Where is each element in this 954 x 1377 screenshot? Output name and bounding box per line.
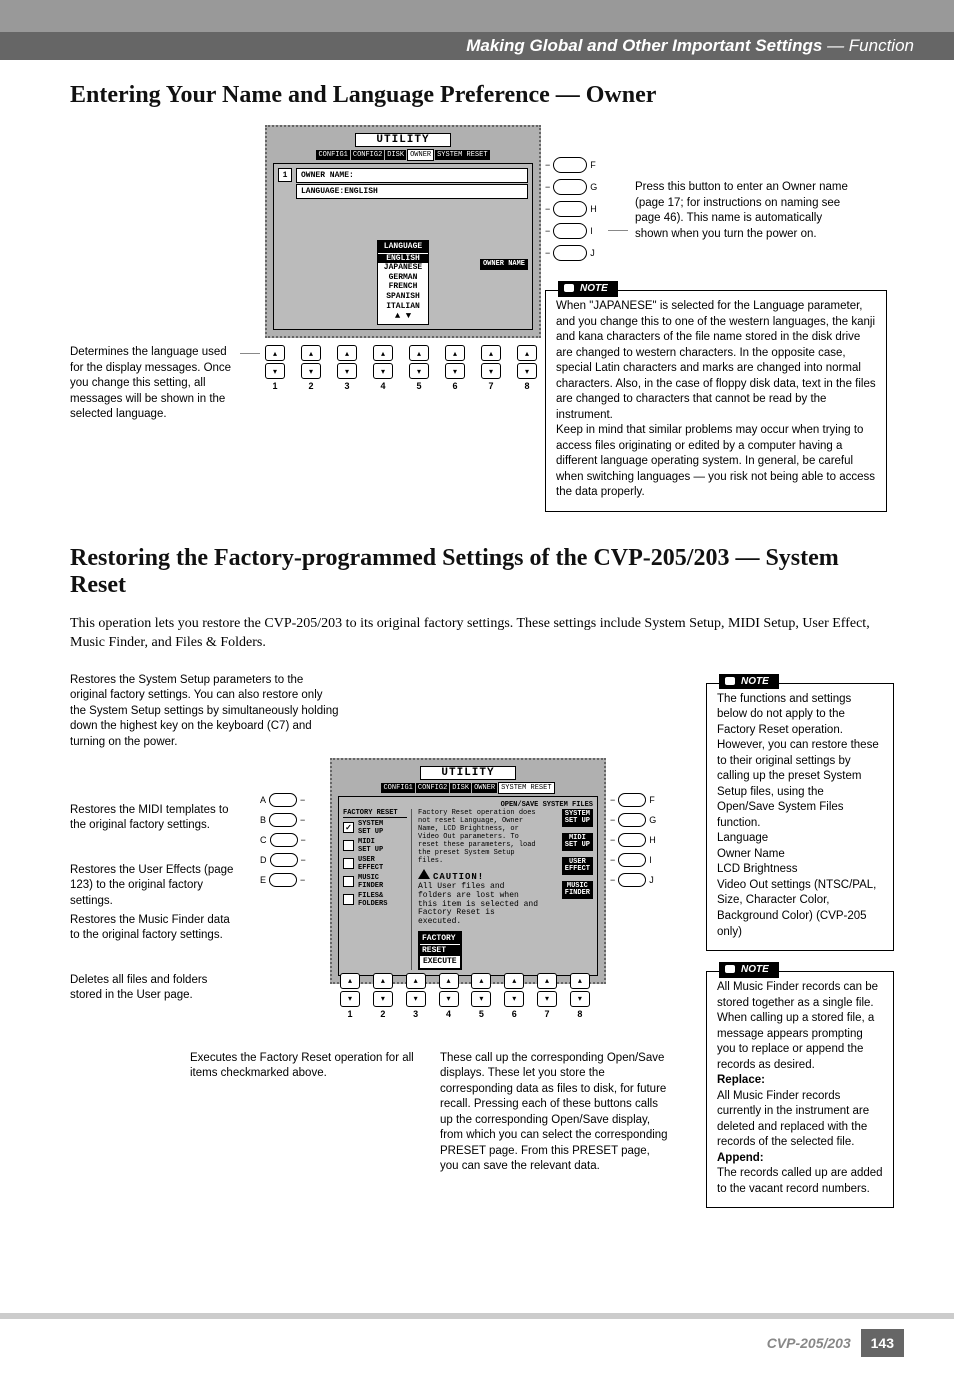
note-label: NOTE <box>558 281 618 297</box>
footer-page-number: 143 <box>861 1329 904 1357</box>
language-field: LANGUAGE:ENGLISH <box>296 184 528 199</box>
button-H[interactable] <box>553 201 587 217</box>
s1-note-box: NOTE When "JAPANESE" is selected for the… <box>545 290 887 512</box>
s2-annot-a6: Executes the Factory Reset operation for… <box>190 1051 420 1082</box>
section1-heading: Entering Your Name and Language Preferen… <box>70 82 894 109</box>
s2-annot-a3: Restores the User Effects (page 123) to … <box>70 863 240 910</box>
header-title: Making Global and Other Important Settin… <box>466 36 822 55</box>
up-1[interactable]: ▴ <box>265 345 285 361</box>
lcd-title: UTILITY <box>355 133 450 147</box>
bottom-updown-buttons-2: ▴▾1 ▴▾2 ▴▾3 ▴▾4 ▴▾5 ▴▾6 ▴▾7 ▴▾8 <box>340 973 590 1019</box>
utility-owner-screen: UTILITY CONFIG1CONFIG2DISKOWNERSYSTEM RE… <box>265 125 541 338</box>
dn-3[interactable]: ▾ <box>337 363 357 379</box>
utility-system-reset-screen: UTILITY CONFIG1CONFIG2DISKOWNERSYSTEM RE… <box>330 758 606 984</box>
bottom-updown-buttons: ▴▾1 ▴▾2 ▴▾3 ▴▾4 ▴▾5 ▴▾6 ▴▾7 ▴▾8 <box>265 345 537 391</box>
lcd-tabs: CONFIG1CONFIG2DISKOWNERSYSTEM RESET <box>273 149 533 161</box>
language-list: LANGUAGE ENGLISH JAPANESE GERMAN FRENCH … <box>377 240 429 325</box>
dn-8[interactable]: ▾ <box>517 363 537 379</box>
button-G[interactable] <box>553 179 587 195</box>
header-bar: Making Global and Other Important Settin… <box>0 32 954 60</box>
button-B[interactable] <box>269 813 297 827</box>
owner-name-soft-button: OWNER NAME <box>480 259 528 270</box>
owner-name-field: OWNER NAME: <box>296 168 528 183</box>
s2-note1: NOTE The functions and settings below do… <box>706 683 894 951</box>
button-I[interactable] <box>553 223 587 239</box>
left-side-buttons: A− B− C− D− E− <box>260 793 306 887</box>
dn-5[interactable]: ▾ <box>409 363 429 379</box>
button-H2[interactable] <box>618 833 646 847</box>
right-side-buttons-2: −F −G −H −I −J <box>610 793 656 887</box>
button-G2[interactable] <box>618 813 646 827</box>
header-subtitle: — Function <box>827 36 914 55</box>
lcd2-tabs: CONFIG1CONFIG2DISKOWNERSYSTEM RESET <box>338 782 598 794</box>
button-F2[interactable] <box>618 793 646 807</box>
footer-model: CVP-205/203 <box>767 1335 851 1351</box>
button-I2[interactable] <box>618 853 646 867</box>
lcd2-title: UTILITY <box>420 766 515 780</box>
dn-4[interactable]: ▾ <box>373 363 393 379</box>
section2-heading: Restoring the Factory-programmed Setting… <box>70 545 894 599</box>
dn-7[interactable]: ▾ <box>481 363 501 379</box>
s1-right-annotation: Press this button to enter an Owner name… <box>635 180 850 242</box>
dn-2[interactable]: ▾ <box>301 363 321 379</box>
button-E[interactable] <box>269 873 297 887</box>
s2-note2: NOTE All Music Finder records can be sto… <box>706 971 894 1208</box>
s1-left-annotation: Determines the language used for the dis… <box>70 345 240 423</box>
button-D[interactable] <box>270 853 298 867</box>
s2-annot-a7: These call up the corresponding Open/Sav… <box>440 1051 670 1175</box>
button-F[interactable] <box>553 157 587 173</box>
dn-1[interactable]: ▾ <box>265 363 285 379</box>
up-7[interactable]: ▴ <box>481 345 501 361</box>
warning-icon <box>418 869 430 879</box>
up-6[interactable]: ▴ <box>445 345 465 361</box>
button-J[interactable] <box>553 245 587 261</box>
button-J2[interactable] <box>618 873 646 887</box>
s2-annot-a2: Restores the MIDI templates to the origi… <box>70 803 240 834</box>
s2-annot-a1: Restores the System Setup parameters to … <box>70 673 340 751</box>
up-8[interactable]: ▴ <box>517 345 537 361</box>
up-3[interactable]: ▴ <box>337 345 357 361</box>
s1-note-text: When "JAPANESE" is selected for the Lang… <box>556 300 876 498</box>
up-4[interactable]: ▴ <box>373 345 393 361</box>
page-footer: CVP-205/203 143 <box>0 1313 954 1377</box>
up-2[interactable]: ▴ <box>301 345 321 361</box>
section2-intro: This operation lets you restore the CVP-… <box>70 615 894 653</box>
s2-annot-a5: Deletes all files and folders stored in … <box>70 973 240 1004</box>
dn-6[interactable]: ▾ <box>445 363 465 379</box>
button-C[interactable] <box>270 833 298 847</box>
right-side-buttons: −F −G −H −I −J <box>545 157 597 261</box>
up-5[interactable]: ▴ <box>409 345 429 361</box>
s2-annot-a4: Restores the Music Finder data to the or… <box>70 913 240 944</box>
factory-reset-execute-label: FACTORY RESET EXECUTE <box>418 931 462 970</box>
button-A[interactable] <box>269 793 297 807</box>
